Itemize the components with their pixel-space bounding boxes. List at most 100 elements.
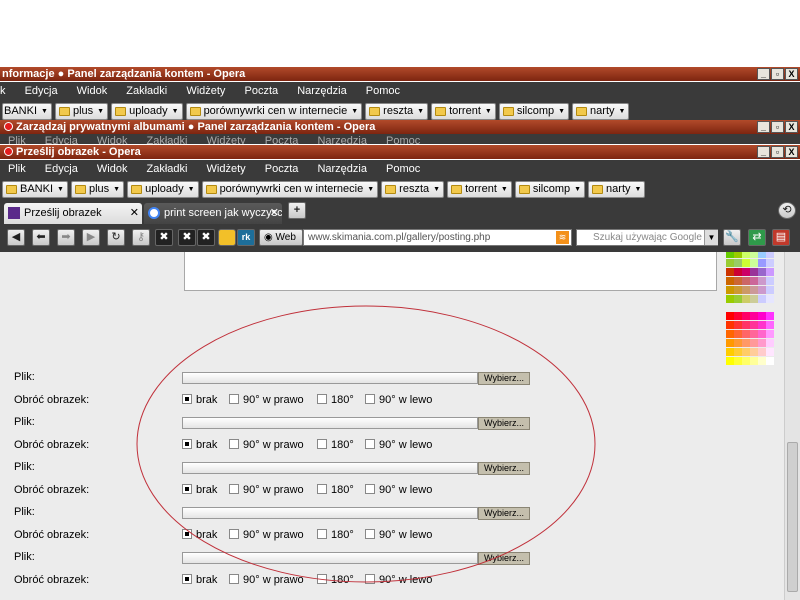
translate-icon[interactable]: ⇄ — [748, 229, 766, 246]
menu-item[interactable]: Narzędzia — [317, 163, 367, 175]
tab-label: Prześlij obrazek — [24, 207, 102, 219]
wrench-icon[interactable]: 🔧 — [723, 229, 741, 246]
menu-item[interactable]: Widok — [77, 85, 108, 97]
tab-przeslij-obrazek[interactable]: Prześlij obrazek ✕ — [4, 203, 142, 224]
menubar-back: k Edycja Widok Zakładki Widżety Poczta N… — [0, 82, 800, 100]
dropdown-arrow-icon: ▼ — [574, 185, 582, 193]
web-security-badge[interactable]: ◉ Web — [259, 229, 303, 246]
search-engine-dropdown-icon[interactable]: ▼ — [704, 230, 718, 245]
bookmark-folder[interactable]: porównywrki cen w internecie ▼ — [201, 180, 379, 198]
folder-icon — [58, 106, 70, 116]
bookmark-label: porównywrki cen w internecie — [203, 105, 348, 117]
close-tab-icon[interactable]: ✕ — [130, 203, 139, 223]
bookmark-folder[interactable]: uploady ▼ — [111, 102, 183, 120]
folder-icon — [131, 184, 143, 194]
bookmark-folder[interactable]: reszta ▼ — [365, 102, 429, 120]
rk-icon[interactable]: rk — [237, 229, 255, 246]
menubar-front: Plik Edycja Widok Zakładki Widżety Poczt… — [0, 160, 800, 178]
bookmarks-bar-front: BANKI ▼ plus ▼ uploady ▼ porównywrki cen w … — [0, 178, 800, 200]
bookmark-folder[interactable]: porównywrki cen w internecie ▼ — [185, 102, 363, 120]
menu-item[interactable]: Pomoc — [366, 85, 400, 97]
tab-label: print screen jak wyczyscić... — [164, 207, 282, 219]
window-title: Zarządzaj prywatnymi albumami ● Panel za… — [16, 121, 376, 133]
menu-item[interactable]: Widok — [97, 163, 128, 175]
menu-item[interactable]: Widżety — [207, 135, 246, 144]
menu-item[interactable]: Pomoc — [386, 163, 420, 175]
bookmark-label: BANKI — [20, 183, 54, 195]
close-button[interactable]: X — [785, 146, 798, 158]
restore-button[interactable]: ▫ — [771, 146, 784, 158]
back-arrow-icon[interactable]: ⬅ — [32, 229, 50, 246]
folder-icon — [518, 184, 530, 194]
bookmark-folder[interactable]: narty ▼ — [588, 180, 646, 198]
menu-item[interactable]: Narzędzia — [317, 135, 367, 144]
folder-icon — [592, 184, 604, 194]
menu-item[interactable]: Edycja — [45, 135, 78, 144]
menu-item[interactable]: Poczta — [265, 135, 299, 144]
bookmark-label: torrent — [465, 183, 497, 195]
google-favicon-icon — [148, 207, 160, 219]
folder-icon — [502, 106, 514, 116]
menu-item[interactable]: Zakładki — [147, 163, 188, 175]
bookmark-folder[interactable]: uploady ▼ — [127, 180, 199, 198]
menu-item[interactable]: Edycja — [25, 85, 58, 97]
window-titlebar-front[interactable]: Prześlij obrazek - Opera _ ▫ X — [0, 145, 800, 159]
menu-item[interactable]: Zakładki — [147, 135, 188, 144]
minimize-button[interactable]: _ — [757, 121, 770, 133]
bookmark-folder[interactable]: torrent ▼ — [447, 180, 512, 198]
rss-feed-icon[interactable]: ≋ — [556, 231, 569, 244]
menu-item[interactable]: Edycja — [45, 163, 78, 175]
address-field[interactable]: www.skimania.com.pl/gallery/posting.php — [303, 229, 572, 246]
bookmark-folder[interactable]: BANKI ▼ — [2, 180, 68, 198]
bookmark-folder[interactable]: silcomp ▼ — [498, 102, 570, 120]
key-icon[interactable]: ⚷ — [132, 229, 150, 246]
menu-item[interactable]: Plik — [8, 163, 26, 175]
new-tab-button[interactable]: + — [288, 202, 306, 219]
dropdown-arrow-icon: ▼ — [500, 185, 508, 193]
tab-print-screen[interactable]: print screen jak wyczyscić... ✕ — [144, 203, 282, 224]
dropdown-arrow-icon: ▼ — [113, 185, 121, 193]
menu-item[interactable]: Narzędzia — [297, 85, 347, 97]
window-titlebar-back[interactable]: nformacje ● Panel zarządzania kontem - O… — [0, 67, 800, 81]
close-button[interactable]: X — [785, 68, 798, 80]
minimize-button[interactable]: _ — [757, 146, 770, 158]
bookmark-folder[interactable]: torrent ▼ — [431, 102, 496, 120]
fullscreen-icon[interactable]: ✖ — [197, 229, 215, 246]
fast-forward-icon[interactable]: ▶ — [82, 229, 100, 246]
window-titlebar-middle[interactable]: Zarządzaj prywatnymi albumami ● Panel za… — [0, 120, 800, 134]
menu-item[interactable]: Poczta — [245, 85, 279, 97]
rewind-icon[interactable]: ◀ — [7, 229, 25, 246]
dropdown-arrow-icon: ▼ — [433, 185, 441, 193]
bookmark-folder[interactable]: BANKI ▼ — [2, 102, 52, 120]
bookmark-folder[interactable]: reszta ▼ — [381, 180, 445, 198]
reload-icon[interactable]: ↻ — [107, 229, 125, 246]
restore-button[interactable]: ▫ — [771, 121, 784, 133]
forward-arrow-icon[interactable]: ➡ — [57, 229, 75, 246]
minimize-button[interactable]: _ — [757, 68, 770, 80]
notes-icon[interactable] — [218, 229, 236, 246]
menu-item[interactable]: Widżety — [207, 163, 246, 175]
close-button[interactable]: X — [785, 121, 798, 133]
fullscreen-icon[interactable]: ✖ — [155, 229, 173, 246]
close-tab-icon[interactable]: ✕ — [270, 203, 279, 223]
search-field[interactable]: Szukaj używając Google — [576, 229, 718, 246]
scrollbar-thumb[interactable] — [787, 442, 798, 592]
bookmark-folder[interactable]: narty ▼ — [572, 102, 630, 120]
menu-item[interactable]: Widok — [97, 135, 128, 144]
menu-item[interactable]: Poczta — [265, 163, 299, 175]
vertical-scrollbar[interactable] — [784, 252, 800, 600]
menu-item[interactable]: Zakładki — [126, 85, 167, 97]
bookmark-folder[interactable]: plus ▼ — [54, 102, 109, 120]
bookmark-folder[interactable]: plus ▼ — [70, 180, 125, 198]
menu-item[interactable]: Plik — [8, 135, 26, 144]
restore-button[interactable]: ▫ — [771, 68, 784, 80]
bookmark-folder[interactable]: silcomp ▼ — [514, 180, 586, 198]
pdf-icon[interactable]: ▤ — [772, 229, 790, 246]
globe-icon: ◉ — [264, 232, 273, 243]
menu-item[interactable]: Widżety — [186, 85, 225, 97]
closed-tabs-icon[interactable]: ⟲ — [778, 202, 796, 219]
menu-item[interactable]: k — [0, 85, 6, 97]
menu-item[interactable]: Pomoc — [386, 135, 420, 144]
fullscreen-icon[interactable]: ✖ — [178, 229, 196, 246]
folder-icon — [385, 184, 397, 194]
